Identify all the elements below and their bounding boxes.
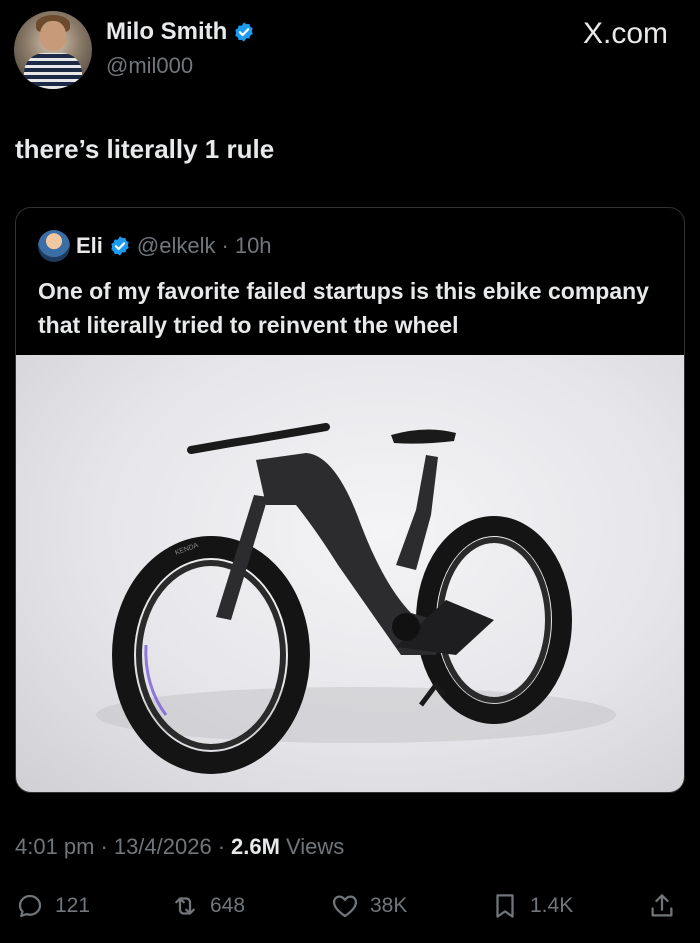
repost-icon bbox=[175, 897, 195, 915]
quote-author-handle[interactable]: @elkelk bbox=[137, 233, 216, 259]
meta-separator: · bbox=[100, 834, 108, 859]
bike-handlebar-shape bbox=[187, 423, 330, 454]
verified-badge-icon bbox=[111, 236, 129, 256]
ebike-illustration: KENDA bbox=[96, 423, 616, 774]
tweet-meta: 4:01 pm · 13/4/2026 · 2.6M Views bbox=[15, 834, 344, 860]
bookmark-button[interactable]: 1.4K bbox=[490, 888, 573, 924]
action-bar: 121 648 38K 1.4K bbox=[15, 888, 685, 924]
site-label: X.com bbox=[582, 17, 668, 50]
bookmark-count: 1.4K bbox=[530, 894, 574, 917]
share-button[interactable] bbox=[647, 888, 677, 924]
tweet-time[interactable]: 4:01 pm bbox=[15, 834, 95, 860]
tweet-text: there’s literally 1 rule bbox=[15, 134, 275, 164]
reply-icon bbox=[18, 894, 42, 918]
bookmark-icon bbox=[496, 894, 514, 918]
reply-button[interactable]: 121 bbox=[15, 888, 90, 924]
views-count: 2.6M bbox=[231, 834, 280, 859]
bike-seat-shape bbox=[391, 429, 456, 444]
reply-count: 121 bbox=[55, 894, 91, 917]
quote-media-image[interactable]: KENDA bbox=[16, 355, 684, 792]
repost-button[interactable]: 648 bbox=[170, 888, 245, 924]
author-handle[interactable]: @mil000 bbox=[106, 53, 193, 79]
share-icon bbox=[651, 894, 673, 917]
quote-tweet-card[interactable]: Eli @elkelk · 10h One of my favorite fai… bbox=[15, 207, 685, 793]
author-avatar[interactable] bbox=[14, 11, 92, 89]
author-name-row[interactable]: Milo Smith bbox=[106, 18, 255, 46]
heart-icon bbox=[332, 895, 358, 918]
views-label: Views bbox=[285, 834, 345, 859]
like-button[interactable]: 38K bbox=[330, 888, 407, 924]
quote-author-name[interactable]: Eli bbox=[76, 233, 103, 259]
repost-count: 648 bbox=[210, 894, 246, 917]
meta-separator: · bbox=[217, 834, 226, 859]
dot-separator: · bbox=[221, 233, 229, 258]
quote-timestamp[interactable]: 10h bbox=[235, 233, 272, 259]
author-name[interactable]: Milo Smith bbox=[106, 18, 227, 46]
like-count: 38K bbox=[370, 894, 408, 917]
quote-author-avatar[interactable] bbox=[38, 230, 70, 262]
verified-badge-icon bbox=[235, 22, 254, 42]
tweet-date[interactable]: 13/4/2026 bbox=[114, 834, 212, 860]
quote-header: Eli @elkelk · 10h bbox=[38, 230, 272, 262]
quote-text: One of my favorite failed startups is th… bbox=[38, 278, 649, 338]
